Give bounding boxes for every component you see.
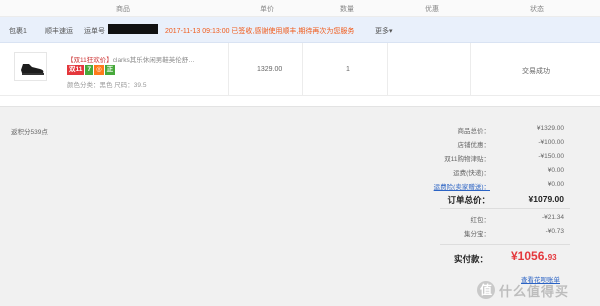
shipping-insurance-link[interactable]: 运费险(卖家赠送)： — [434, 181, 490, 191]
tracking-label: 运单号 — [84, 28, 105, 35]
product-tag: 【双11狂欢价】 — [67, 57, 113, 64]
package-name: 包裹1 — [9, 28, 27, 35]
price-row-value: -¥0.73 — [545, 228, 564, 235]
product-thumbnail[interactable] — [14, 52, 47, 81]
delivery-message: 2017-11-13 09:13:00 已签收,感谢使用顺丰,期待再次为您服务 — [165, 28, 355, 35]
price-row: 商品总价： ¥1329.00 — [380, 125, 570, 137]
guarantee-icon: ◎ — [94, 65, 104, 75]
divider — [470, 43, 471, 96]
price-row: 运费险(卖家赠送)： ¥0.00 — [380, 181, 570, 193]
divider — [440, 208, 570, 209]
watermark: 值 什么值得买 — [477, 280, 569, 300]
divider — [228, 43, 229, 96]
price-row-label: 双11购物津贴： — [444, 156, 490, 163]
divider — [440, 244, 570, 245]
product-attributes: 颜色分类：黑色 尺码：39.5 — [67, 82, 147, 89]
price-row-label: 红包： — [470, 217, 491, 224]
points-reward: 返积分539点 — [11, 129, 48, 136]
divider — [387, 43, 388, 96]
order-table-header: 商品 单价 数量 优惠 状态 — [0, 0, 600, 17]
double11-badge: 双11 — [67, 65, 85, 75]
col-qty: 数量 — [340, 6, 354, 13]
price-row: 红包： -¥21.34 — [380, 214, 570, 226]
genuine-badge: 正 — [104, 65, 116, 75]
paid-amount: ¥1056.93 — [511, 249, 557, 263]
price-row-value: -¥100.00 — [538, 139, 564, 146]
paid-amount-label: 实付款： — [454, 254, 489, 264]
order-item-row: 【双11狂欢价】clarks其乐休闲男鞋英伦舒… 双11 7 ◎ 正 颜色分类：… — [0, 43, 600, 96]
package-bar: 包裹1 顺丰速运 运单号 2017-11-13 09:13:00 已签收,感谢使… — [0, 17, 600, 43]
watermark-text: 什么值得买 — [499, 283, 570, 299]
price-row-value: ¥0.00 — [547, 181, 564, 188]
seven-day-return-badge: 7 — [85, 65, 93, 75]
courier-name: 顺丰速运 — [45, 28, 73, 35]
price-row-value: -¥150.00 — [538, 153, 564, 160]
paid-amount-cents: 93 — [547, 253, 557, 262]
product-badges: 双11 7 ◎ 正 — [67, 65, 116, 75]
order-total-label: 订单总价： — [447, 195, 490, 205]
price-row-label: 商品总价： — [457, 128, 491, 135]
quantity: 1 — [346, 66, 350, 73]
col-discount: 优惠 — [425, 6, 439, 13]
col-status: 状态 — [530, 6, 544, 13]
divider — [302, 43, 303, 96]
price-row-label: 店铺优惠： — [457, 142, 491, 149]
price-row: 双11购物津贴： -¥150.00 — [380, 153, 570, 165]
more-dropdown[interactable]: 更多▾ — [375, 26, 393, 36]
watermark-logo-icon: 值 — [477, 281, 495, 299]
order-total-row: 订单总价： ¥1079.00 — [380, 194, 570, 206]
unit-price: 1329.00 — [257, 66, 283, 73]
tracking-number-redacted — [108, 24, 158, 34]
col-price: 单价 — [260, 6, 274, 13]
product-title-link[interactable]: 【双11狂欢价】clarks其乐休闲男鞋英伦舒… — [67, 54, 217, 64]
price-row: 集分宝： -¥0.73 — [380, 228, 570, 240]
price-row: 店铺优惠： -¥100.00 — [380, 139, 570, 151]
order-total-value: ¥1079.00 — [528, 194, 564, 204]
price-row: 运费(快递)： ¥0.00 — [380, 167, 570, 179]
price-row-value: ¥1329.00 — [536, 125, 564, 132]
shoe-icon — [21, 64, 44, 75]
price-row-label: 集分宝： — [464, 231, 490, 238]
price-row-label: 运费(快递)： — [453, 170, 490, 177]
col-product: 商品 — [116, 6, 130, 13]
price-row-value: ¥0.00 — [547, 167, 564, 174]
product-title: clarks其乐休闲男鞋英伦舒… — [112, 57, 195, 64]
paid-amount-main: ¥1056. — [511, 249, 548, 263]
trade-status: 交易成功 — [522, 68, 550, 75]
price-row-value: -¥21.34 — [541, 214, 564, 221]
